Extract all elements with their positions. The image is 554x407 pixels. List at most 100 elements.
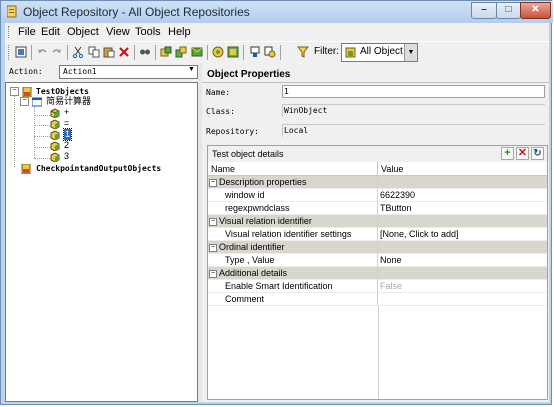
category-label: Ordinal identifier <box>219 242 285 252</box>
action-label: Action: <box>9 67 43 76</box>
toolbar-grip[interactable] <box>8 45 10 60</box>
find-icon[interactable] <box>139 46 151 58</box>
property-value[interactable]: 6622390 <box>380 190 415 200</box>
name-field[interactable]: 1 <box>282 85 545 98</box>
collapse-toggle[interactable]: − <box>20 97 29 106</box>
class-label: Class: <box>206 107 235 116</box>
property-row[interactable]: regexpwndclass TButton <box>208 202 547 215</box>
property-row[interactable]: Type , Value None <box>208 254 547 267</box>
add-objects-icon[interactable] <box>160 46 172 58</box>
collapse-toggle[interactable]: − <box>10 87 19 96</box>
menu-bar: File Edit Object View Tools Help <box>5 23 549 41</box>
refresh-icon: ↻ <box>533 148 542 159</box>
collapse-toggle[interactable]: − <box>209 270 217 278</box>
tree-guide-line <box>34 147 50 148</box>
tree-guide-line <box>34 125 50 126</box>
delete-icon[interactable] <box>118 46 130 58</box>
add-property-button[interactable]: + <box>501 147 514 160</box>
property-row[interactable]: Enable Smart Identification False <box>208 280 547 293</box>
column-label: Name <box>211 164 236 174</box>
tree-label: 1 <box>62 128 73 141</box>
properties-title: Object Properties <box>207 69 291 80</box>
property-row[interactable]: Comment <box>208 293 547 306</box>
minimize-icon: – <box>481 4 487 15</box>
menu-file[interactable]: File <box>18 26 36 38</box>
toolbar-separator <box>243 45 244 60</box>
column-header-name[interactable]: Name <box>208 162 378 176</box>
tree-guide-line <box>34 136 50 137</box>
object-tree-pane: Action: Action1 ▼ − TestObjects − 简易计算器 <box>5 63 198 402</box>
update-icon[interactable] <box>249 46 261 58</box>
object-repository-icon[interactable] <box>15 46 27 58</box>
category-row[interactable]: − Description properties <box>208 176 547 189</box>
object-tree[interactable]: − TestObjects − 简易计算器 + = 1 2 3 Checkpoi… <box>5 82 198 402</box>
plus-icon: + <box>504 147 511 159</box>
property-row[interactable]: Visual relation identifier settings [Non… <box>208 228 547 241</box>
tree-label: + <box>64 107 70 117</box>
win-object-icon <box>50 130 60 140</box>
menu-help[interactable]: Help <box>168 26 191 38</box>
tree-guide-line <box>14 93 15 167</box>
win-object-icon <box>50 141 60 151</box>
property-value[interactable]: None <box>380 255 402 265</box>
menu-tools[interactable]: Tools <box>135 26 161 38</box>
properties-icon[interactable] <box>264 46 276 58</box>
property-row[interactable]: window id 6622390 <box>208 189 547 202</box>
remove-property-button[interactable]: ✕ <box>516 147 529 160</box>
object-spy-icon[interactable] <box>227 46 239 58</box>
property-name: regexpwndclass <box>225 203 290 213</box>
close-icon: ✕ <box>517 147 528 159</box>
column-header-value[interactable]: Value <box>378 162 547 176</box>
repository-field: Local <box>282 124 545 137</box>
property-value[interactable]: [None, Click to add] <box>380 229 459 239</box>
menu-view[interactable]: View <box>106 26 130 38</box>
redo-icon[interactable] <box>51 46 63 58</box>
all-objects-icon <box>345 47 356 58</box>
collapse-toggle[interactable]: − <box>209 244 217 252</box>
property-name: Visual relation identifier settings <box>225 229 352 239</box>
chevron-down-icon[interactable]: ▼ <box>404 44 417 61</box>
property-value[interactable]: TButton <box>380 203 412 213</box>
category-row[interactable]: − Ordinal identifier <box>208 241 547 254</box>
toolbar: Filter: All Object ▼ <box>5 41 549 64</box>
undo-icon[interactable] <box>36 46 48 58</box>
test-objects-icon <box>22 87 32 97</box>
paste-icon[interactable] <box>103 46 115 58</box>
toolbar-separator <box>207 45 208 60</box>
category-label: Description properties <box>219 177 307 187</box>
repository-value: Local <box>284 126 309 135</box>
collapse-toggle[interactable]: − <box>209 218 217 226</box>
action-value: Action1 <box>63 67 97 76</box>
copy-icon[interactable] <box>88 46 100 58</box>
highlight-icon[interactable] <box>191 46 203 58</box>
property-name: Comment <box>225 294 265 304</box>
category-row[interactable]: − Additional details <box>208 267 547 280</box>
chevron-down-icon[interactable]: ▼ <box>186 66 197 78</box>
tree-label: 简易计算器 <box>46 96 92 106</box>
maximize-button[interactable]: □ <box>496 2 521 19</box>
filter-icon[interactable] <box>297 46 309 58</box>
action-dropdown[interactable]: Action1 ▼ <box>59 65 198 79</box>
collapse-toggle[interactable]: − <box>209 179 217 187</box>
close-button[interactable]: ✕ <box>520 2 551 19</box>
category-label: Visual relation identifier <box>219 216 312 226</box>
menu-object[interactable]: Object <box>67 26 99 38</box>
capture-icon[interactable] <box>212 46 224 58</box>
category-row[interactable]: − Visual relation identifier <box>208 215 547 228</box>
minimize-button[interactable]: – <box>471 2 497 19</box>
tree-guide-line <box>34 115 50 116</box>
filter-dropdown[interactable]: All Object ▼ <box>341 43 418 62</box>
cut-icon[interactable] <box>72 46 84 58</box>
menu-edit[interactable]: Edit <box>41 26 60 38</box>
navigate-icon[interactable] <box>175 46 187 58</box>
menubar-grip[interactable] <box>8 26 12 38</box>
category-label: Additional details <box>219 268 288 278</box>
tree-label: = <box>64 118 70 128</box>
property-value: False <box>380 281 403 291</box>
restore-button[interactable]: ↻ <box>531 147 544 160</box>
property-name: window id <box>225 190 265 200</box>
property-name: Type , Value <box>225 255 275 265</box>
details-header: Test object details + ✕ ↻ <box>208 146 547 163</box>
title-bar[interactable]: Object Repository - All Object Repositor… <box>1 1 553 23</box>
toolbar-separator <box>134 45 135 60</box>
